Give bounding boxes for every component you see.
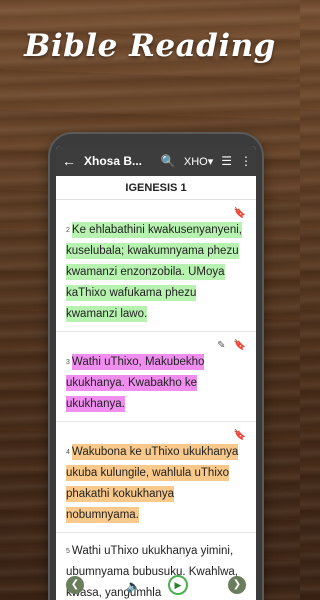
verse-text: Ke ehlabathini kwakusenyanyeni, kuseluba… — [66, 222, 242, 322]
app-screen: ← Xhosa B... 🔍 XHO▾ ☰ ⋮ IGENESIS 1 🔖 2 Ke… — [56, 146, 256, 600]
verse-text: Wathi uThixo, Makubekho ukukhanya. Kwaba… — [66, 354, 205, 412]
verse-number: 5 — [66, 548, 70, 555]
speaker-icon[interactable]: 🔈 — [126, 579, 141, 593]
more-vert-icon[interactable]: ⋮ — [240, 154, 252, 168]
verse-number: 2 — [66, 227, 70, 234]
play-icon[interactable]: ▶ — [168, 575, 188, 595]
headline: Bible Reading — [24, 28, 276, 64]
verse-actions: 🔖 — [66, 430, 246, 442]
verse-number: 4 — [66, 449, 70, 456]
verse-actions: ✎ 🔖 — [66, 340, 246, 352]
phone-frame: ← Xhosa B... 🔍 XHO▾ ☰ ⋮ IGENESIS 1 🔖 2 Ke… — [50, 134, 262, 600]
list-icon[interactable]: ☰ — [221, 154, 232, 168]
note-icon[interactable]: ✎ — [217, 340, 225, 352]
verse-actions: 🔖 — [66, 208, 246, 220]
chapter-title: IGENESIS 1 — [56, 176, 256, 200]
chevron-right-icon[interactable]: ❯ — [228, 576, 246, 594]
arrow-left-icon[interactable]: ← — [62, 153, 78, 169]
app-title: Xhosa B... — [84, 154, 143, 168]
player-bar: ❮ 🔈 ▶ ❯ — [56, 570, 256, 600]
app-bar: ← Xhosa B... 🔍 XHO▾ ☰ ⋮ — [56, 146, 256, 176]
verse-item[interactable]: 🔖 2 Ke ehlabathini kwakusenyanyeni, kusel… — [56, 200, 256, 332]
verse-item[interactable]: ✎ 🔖 3 Wathi uThixo, Makubekho ukukhanya. … — [56, 332, 256, 422]
verse-text: Wakubona ke uThixo ukukhanya ukuba kulun… — [66, 444, 239, 523]
bookmark-icon[interactable]: 🔖 — [234, 340, 246, 352]
verse-number: 3 — [66, 359, 70, 366]
verse-item[interactable]: 🔖 4 Wakubona ke uThixo ukukhanya ukuba ku… — [56, 422, 256, 533]
language-selector[interactable]: XHO▾ — [184, 155, 213, 168]
bookmark-icon[interactable]: 🔖 — [234, 430, 246, 442]
search-icon[interactable]: 🔍 — [161, 154, 176, 168]
chevron-left-icon[interactable]: ❮ — [66, 576, 84, 594]
bookmark-icon[interactable]: 🔖 — [234, 208, 246, 220]
